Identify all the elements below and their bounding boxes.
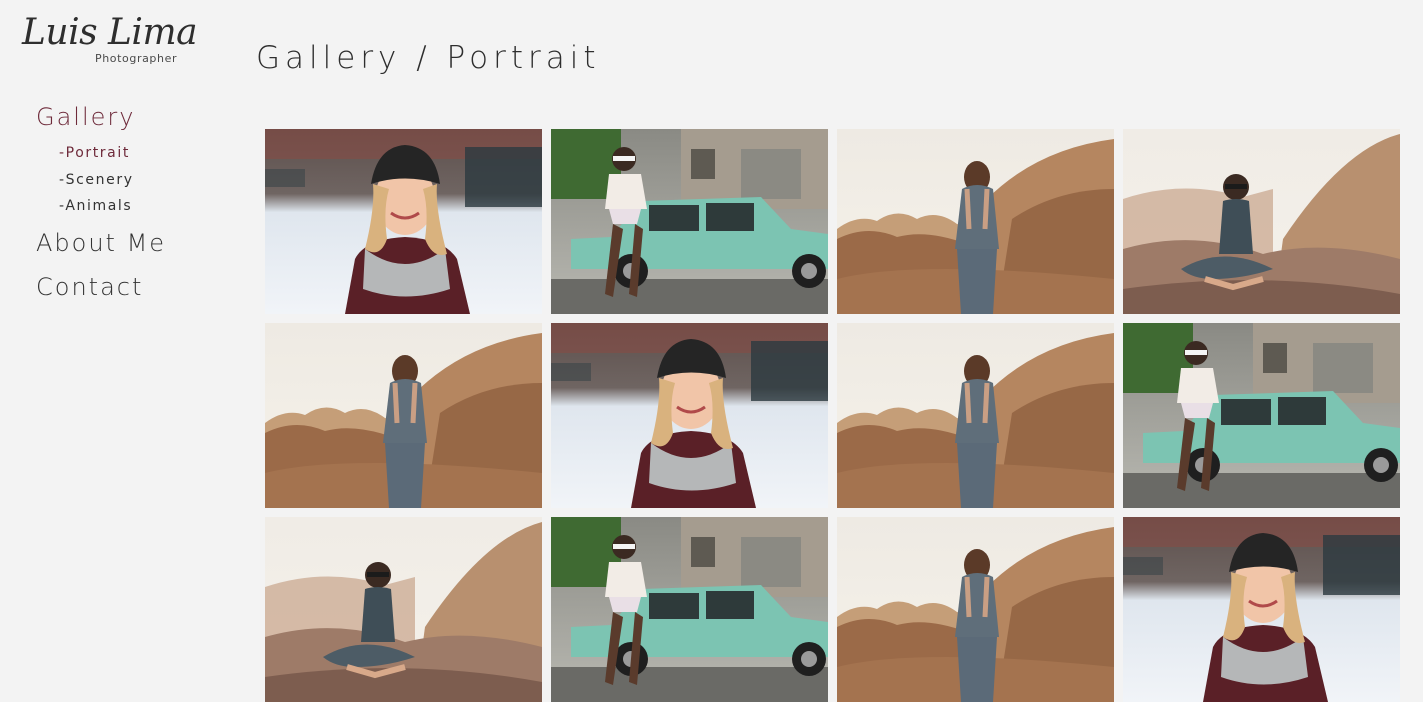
nav-item-contact[interactable]: Contact xyxy=(36,270,236,304)
subnav-item-animals[interactable]: -Animals xyxy=(59,193,236,220)
gallery-photo[interactable] xyxy=(551,323,828,508)
gallery-photo[interactable] xyxy=(1123,129,1400,314)
gallery-photo[interactable] xyxy=(1123,323,1400,508)
gallery-subnav: -Portrait -Scenery -Animals xyxy=(59,140,236,220)
sidebar-nav: Gallery -Portrait -Scenery -Animals Abou… xyxy=(36,100,236,304)
gallery-photo[interactable] xyxy=(837,129,1114,314)
photo-woman-desert-sitting xyxy=(265,517,542,702)
photo-gallery-grid xyxy=(265,129,1401,702)
photo-woman-green-car xyxy=(551,129,828,314)
photo-woman-beanie-snow xyxy=(1123,517,1400,702)
gallery-photo[interactable] xyxy=(265,129,542,314)
brand-logo[interactable]: Luis Lima Photographer xyxy=(22,12,198,72)
page-title: Gallery / Portrait xyxy=(256,40,601,76)
gallery-photo[interactable] xyxy=(265,323,542,508)
photo-woman-beanie-snow xyxy=(265,129,542,314)
photo-woman-desert-back xyxy=(837,323,1114,508)
gallery-photo[interactable] xyxy=(265,517,542,702)
photo-woman-green-car xyxy=(551,517,828,702)
gallery-photo[interactable] xyxy=(837,323,1114,508)
brand-tagline: Photographer xyxy=(95,52,178,65)
photo-woman-desert-sitting xyxy=(1123,129,1400,314)
photo-woman-desert-back xyxy=(837,517,1114,702)
subnav-item-portrait[interactable]: -Portrait xyxy=(59,140,236,167)
nav-item-about[interactable]: About Me xyxy=(36,226,236,260)
nav-item-gallery[interactable]: Gallery xyxy=(36,100,236,134)
photo-woman-desert-back xyxy=(265,323,542,508)
gallery-photo[interactable] xyxy=(551,129,828,314)
gallery-photo[interactable] xyxy=(551,517,828,702)
gallery-photo[interactable] xyxy=(1123,517,1400,702)
photo-woman-green-car xyxy=(1123,323,1400,508)
photo-woman-desert-back xyxy=(837,129,1114,314)
gallery-photo[interactable] xyxy=(837,517,1114,702)
photo-woman-beanie-snow xyxy=(551,323,828,508)
subnav-item-scenery[interactable]: -Scenery xyxy=(59,167,236,194)
brand-name: Luis Lima xyxy=(22,12,198,53)
